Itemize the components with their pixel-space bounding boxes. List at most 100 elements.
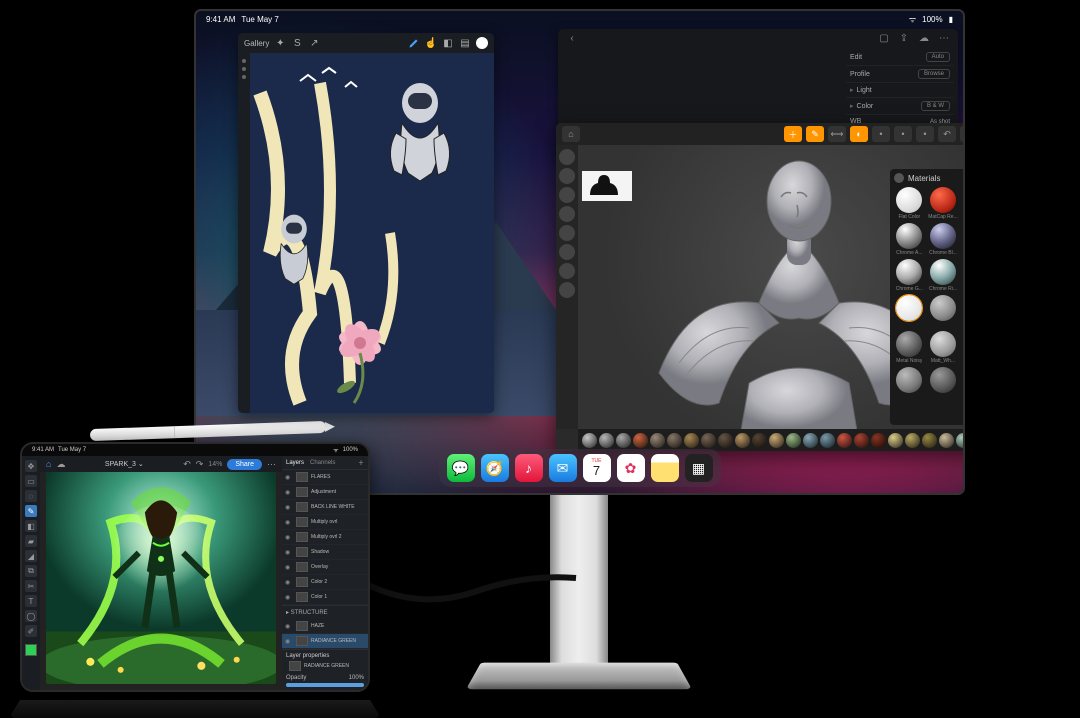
- visibility-icon[interactable]: ◉: [285, 519, 293, 526]
- left-tool-8[interactable]: [559, 282, 575, 298]
- visibility-icon[interactable]: ◉: [285, 623, 293, 630]
- profile-browse-button[interactable]: Browse: [918, 69, 950, 79]
- ps-filename[interactable]: SPARK_3 ⌄: [70, 460, 178, 468]
- lasso-tool[interactable]: ◌: [25, 490, 37, 502]
- type-tool[interactable]: T: [25, 595, 37, 607]
- brush-preset[interactable]: [888, 433, 903, 448]
- visibility-icon[interactable]: ◉: [285, 594, 293, 601]
- wand-icon[interactable]: ✦: [274, 37, 286, 49]
- ps-cloud-icon[interactable]: ☁: [56, 459, 65, 470]
- undo-button[interactable]: ↶: [938, 126, 956, 142]
- ps-share-button[interactable]: Share: [227, 459, 262, 470]
- ps-undo-icon[interactable]: ↶: [183, 459, 191, 470]
- dock-app-messages[interactable]: 💬: [447, 454, 475, 482]
- layer-row[interactable]: ◉HAZE: [282, 619, 368, 634]
- material-swatch[interactable]: [894, 367, 925, 394]
- left-tool-7[interactable]: [559, 263, 575, 279]
- bw-toggle[interactable]: B & W: [921, 101, 950, 111]
- cloud-icon[interactable]: ☁: [918, 32, 930, 44]
- dock-app-notes[interactable]: [651, 454, 679, 482]
- brush-preset[interactable]: [803, 433, 818, 448]
- visibility-icon[interactable]: ◉: [285, 474, 293, 481]
- back-icon[interactable]: ‹: [566, 32, 578, 44]
- eraser-icon[interactable]: ◧: [442, 37, 454, 49]
- left-tool-4[interactable]: [559, 206, 575, 222]
- clone-tool[interactable]: ⧉: [25, 565, 37, 577]
- smudge-icon[interactable]: ☝: [425, 37, 437, 49]
- visibility-icon[interactable]: ◉: [285, 564, 293, 571]
- layer-row[interactable]: ◉Adjustment: [282, 485, 368, 500]
- material-swatch[interactable]: Metal Noisy: [894, 331, 925, 364]
- layer-group-structure[interactable]: ▸ STRUCTURE: [282, 605, 368, 619]
- opacity-slider[interactable]: [286, 683, 364, 687]
- brush-preset[interactable]: [837, 433, 852, 448]
- foreground-color[interactable]: [25, 644, 37, 656]
- symmetry-button[interactable]: ⟷: [828, 126, 846, 142]
- visibility-icon[interactable]: ◉: [285, 579, 293, 586]
- brush-strength-slider[interactable]: [559, 168, 575, 184]
- topbar-tool-1[interactable]: •: [872, 126, 890, 142]
- brush-tool[interactable]: ✎: [25, 505, 37, 517]
- dock-app-music[interactable]: ♪: [515, 454, 543, 482]
- brush-preset[interactable]: [633, 433, 648, 448]
- procreate-window[interactable]: Gallery ✦ S ↗ ☝ ◧ ▤: [238, 33, 494, 413]
- sculpt-viewport[interactable]: Materials ⋯ ⊖ Flat ColorMatCap Re...Chec…: [578, 145, 965, 429]
- material-swatch[interactable]: Chrome Bl...: [928, 223, 959, 256]
- layer-row[interactable]: ◉Multiply ovrl 2: [282, 530, 368, 545]
- brush-preset[interactable]: [701, 433, 716, 448]
- eraser-tool[interactable]: ◧: [25, 520, 37, 532]
- material-swatch[interactable]: MatCap Re...: [928, 187, 959, 220]
- light-section[interactable]: Light: [850, 86, 872, 94]
- reference-thumbnail[interactable]: [582, 171, 632, 201]
- brush-preset[interactable]: [718, 433, 733, 448]
- brush-preset[interactable]: [871, 433, 886, 448]
- brush-preset[interactable]: [956, 433, 965, 448]
- sculpt-window[interactable]: ⌂ ＋ ✎ ⟷ ◐ • • • ↶ ↷ ⌖ ☰: [556, 123, 965, 451]
- layer-row[interactable]: ◉Shadow: [282, 545, 368, 560]
- layer-row[interactable]: ◉Overlay: [282, 560, 368, 575]
- sculpt-mode-button[interactable]: ✎: [806, 126, 824, 142]
- photoshop-canvas[interactable]: [40, 456, 282, 690]
- share-icon[interactable]: ⇪: [898, 32, 910, 44]
- visibility-icon[interactable]: ◉: [285, 489, 293, 496]
- layer-row[interactable]: ◉RADIANCE GREEN: [282, 634, 368, 649]
- material-swatch[interactable]: Chrome B...: [961, 223, 965, 256]
- add-button[interactable]: ＋: [784, 126, 802, 142]
- brush-preset[interactable]: [616, 433, 631, 448]
- brush-preset[interactable]: [939, 433, 954, 448]
- brush-icon[interactable]: [408, 37, 420, 49]
- marquee-tool[interactable]: ▭: [25, 475, 37, 487]
- brush-preset[interactable]: [684, 433, 699, 448]
- brush-preset[interactable]: [905, 433, 920, 448]
- material-swatch[interactable]: [894, 295, 925, 328]
- procreate-canvas[interactable]: [250, 53, 494, 413]
- material-swatch[interactable]: Chrome G...: [894, 259, 925, 292]
- material-swatch[interactable]: Flat Color: [894, 187, 925, 220]
- topbar-tool-3[interactable]: •: [916, 126, 934, 142]
- dock-app-mail[interactable]: ✉: [549, 454, 577, 482]
- brush-preset[interactable]: [854, 433, 869, 448]
- dock-app-safari[interactable]: 🧭: [481, 454, 509, 482]
- brush-preset[interactable]: [922, 433, 937, 448]
- auto-button[interactable]: Auto: [926, 52, 950, 62]
- redo-button[interactable]: ↷: [960, 126, 965, 142]
- material-swatch[interactable]: Gold: [961, 295, 965, 328]
- ps-home-icon[interactable]: ⌂: [46, 459, 51, 469]
- ps-more-icon[interactable]: ⋯: [267, 459, 276, 470]
- brush-preset[interactable]: [769, 433, 784, 448]
- material-swatch[interactable]: Copper: [961, 259, 965, 292]
- material-swatch[interactable]: Chrome A...: [894, 223, 925, 256]
- color-icon[interactable]: [476, 37, 488, 49]
- brush-preset[interactable]: [650, 433, 665, 448]
- brush-size-slider[interactable]: [559, 149, 575, 165]
- eyedropper-tool[interactable]: ✐: [25, 625, 37, 637]
- layer-row[interactable]: ◉BACK LINE WHITE: [282, 500, 368, 515]
- material-swatch[interactable]: MatCap: [961, 331, 965, 364]
- more-icon[interactable]: ⋯: [938, 32, 950, 44]
- select-icon[interactable]: S: [291, 37, 303, 49]
- color-section[interactable]: Color: [850, 102, 873, 110]
- left-tool-3[interactable]: [559, 187, 575, 203]
- left-tool-6[interactable]: [559, 244, 575, 260]
- material-swatch[interactable]: [928, 295, 959, 328]
- dock-app-calendar[interactable]: TUE7: [583, 454, 611, 482]
